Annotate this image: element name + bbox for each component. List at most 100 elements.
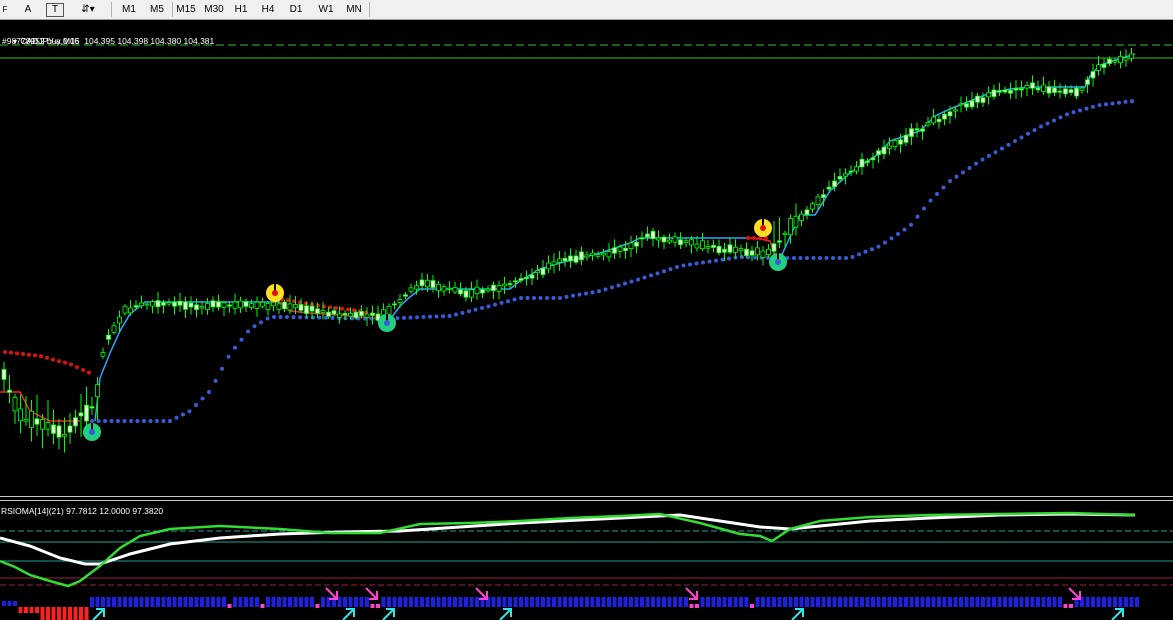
trend-dot [103, 419, 107, 423]
candle-body [1046, 86, 1052, 94]
histogram-bar [211, 597, 215, 607]
candle-body [271, 301, 276, 307]
candle-body [815, 196, 821, 206]
histogram-bar [1102, 597, 1106, 607]
candle-body [1101, 63, 1107, 68]
candle-body [1052, 87, 1057, 93]
candle-body [936, 118, 942, 123]
arrows-tool-icon[interactable]: ⇵▾ [74, 2, 102, 17]
rsioma-histogram [2, 597, 1139, 620]
histogram-bar [530, 597, 534, 607]
timeframe-m5[interactable]: M5 [145, 2, 169, 17]
histogram-bar [618, 597, 622, 607]
timeframe-h1[interactable]: H1 [230, 2, 252, 17]
trend-dot [922, 206, 926, 211]
histogram-bar [728, 597, 732, 607]
trend-dot [340, 306, 344, 311]
text-tool-icon[interactable]: A [20, 2, 36, 17]
candle-body [645, 233, 650, 238]
font-icon[interactable]: F [0, 2, 10, 17]
histogram-bar [73, 607, 78, 620]
candle-body [590, 252, 595, 256]
candle-body [876, 150, 881, 156]
candle-body [359, 311, 364, 317]
timeframe-m1[interactable]: M1 [118, 2, 140, 17]
candle-body [260, 301, 265, 307]
candle-body [986, 92, 991, 98]
timeframe-d1[interactable]: D1 [285, 2, 307, 17]
histogram-bar [585, 597, 589, 607]
trend-dot [81, 367, 85, 372]
histogram-bar [29, 607, 34, 613]
histogram-bar [799, 597, 804, 607]
trend-dot [454, 312, 458, 317]
candle-body [821, 194, 826, 198]
trend-dot [954, 174, 959, 179]
candle-body [1024, 84, 1030, 89]
histogram-bar [761, 597, 765, 607]
timeframe-h4[interactable]: H4 [257, 2, 279, 17]
candle-body [128, 307, 133, 314]
histogram-bar [1135, 597, 1139, 607]
trend-dot [63, 360, 67, 365]
histogram-bar [805, 597, 809, 607]
trend-dot [980, 157, 985, 162]
trailing-stop-segment [384, 237, 750, 320]
candle-body [45, 422, 51, 430]
histogram-bar [387, 597, 391, 607]
histogram-bar [997, 597, 1002, 607]
trend-dot [752, 236, 756, 240]
histogram-bar [156, 597, 160, 607]
histogram-bar [865, 597, 870, 607]
trend-dot [51, 357, 55, 362]
histogram-bar [717, 597, 721, 607]
candle-body [1019, 88, 1024, 91]
histogram-bar [645, 597, 650, 607]
candle-body [606, 251, 612, 258]
trend-dot [863, 249, 868, 254]
candle-body [1074, 87, 1079, 97]
histogram-bar [887, 597, 892, 607]
candle-body [700, 240, 705, 249]
timeframe-m15[interactable]: M15 [174, 2, 198, 17]
histogram-bar [222, 597, 226, 607]
price-chart[interactable]: ▼ CADJPY-a,M15 104.395 104.398 104.380 1… [0, 21, 1173, 496]
histogram-bar [860, 597, 864, 607]
price-chart-canvas[interactable] [0, 21, 1173, 496]
trend-dot [948, 179, 952, 183]
histogram-bar [1085, 597, 1090, 607]
candle-body [661, 236, 667, 243]
timeframe-mn[interactable]: MN [342, 2, 366, 17]
rsioma-canvas[interactable] [0, 501, 1173, 620]
histogram-bar [992, 597, 996, 607]
candle-body [199, 306, 205, 309]
candle-body [293, 304, 298, 309]
candle-body [656, 237, 661, 241]
histogram-bar [849, 597, 853, 607]
trend-dot [499, 300, 504, 305]
candle-body [491, 284, 496, 291]
candle-body [441, 286, 447, 292]
buy-arrow-icon [791, 608, 804, 620]
candle-body [667, 239, 672, 243]
candle-body [997, 90, 1002, 93]
trend-dot [39, 354, 43, 359]
candle-body [1063, 88, 1068, 95]
trend-dot [187, 409, 192, 414]
histogram-bar [541, 597, 545, 607]
trend-dot [116, 419, 120, 423]
histogram-bar [854, 597, 859, 607]
rsioma-indicator-window[interactable]: RSIOMA[14](21) 97.7812 12.0000 97.3820 [0, 501, 1173, 620]
trend-dot [824, 256, 829, 260]
trend-dot [1045, 121, 1050, 126]
text-label-tool-icon[interactable]: T [46, 3, 64, 17]
timeframe-w1[interactable]: W1 [314, 2, 338, 17]
trend-dot [1078, 108, 1082, 113]
candle-body [683, 240, 689, 244]
trend-dot [532, 296, 536, 300]
trend-dot [428, 314, 432, 319]
candle-body [1079, 87, 1085, 91]
candle-body [1035, 87, 1041, 91]
candle-body [122, 305, 128, 314]
timeframe-m30[interactable]: M30 [201, 2, 227, 17]
